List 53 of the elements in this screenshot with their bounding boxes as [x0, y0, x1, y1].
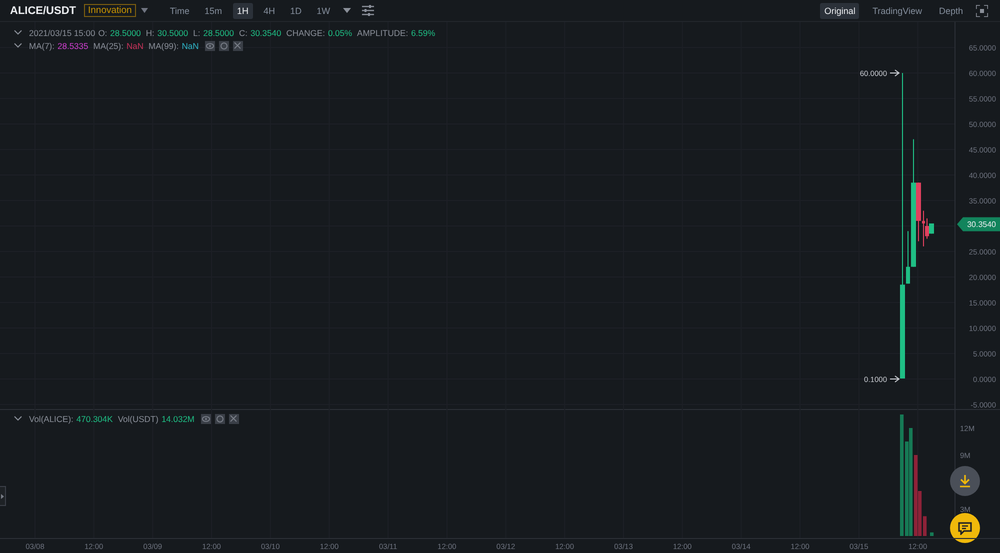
chevron-icon[interactable] [14, 416, 22, 421]
settings-button[interactable] [214, 414, 225, 424]
arrow-icon [890, 376, 900, 382]
indicator-label: MA(7): [29, 40, 54, 50]
close-button[interactable] [228, 414, 239, 424]
view-tab[interactable]: Original [820, 2, 860, 18]
legend-label: O: [98, 28, 108, 38]
market-tag: Innovation [84, 4, 136, 17]
view-tab[interactable]: Depth [934, 2, 967, 18]
legend-value: 6.59% [411, 28, 436, 38]
interval-tab[interactable]: 15m [200, 2, 226, 18]
eye-button[interactable] [200, 414, 211, 424]
close-button[interactable] [232, 40, 243, 50]
legend-value: 14.032M [161, 414, 195, 424]
panel-handle[interactable] [0, 486, 6, 506]
legend-label: C: [238, 28, 248, 38]
legend-value: 28.5000 [203, 28, 234, 38]
chat-icon [958, 522, 972, 534]
download-button[interactable] [950, 466, 980, 496]
interval-tab[interactable]: 1H [233, 2, 253, 18]
last-price-tag: 30.3540 [957, 217, 1000, 232]
caret-icon[interactable] [343, 8, 352, 13]
candle-date: 2021/03/15 15:00 [29, 28, 96, 38]
download-icon [958, 474, 972, 488]
view-tab[interactable]: TradingView [868, 2, 926, 18]
legend-value: 470.304K [76, 414, 113, 424]
caret-icon[interactable] [140, 8, 148, 13]
chat-button[interactable] [950, 513, 980, 543]
legend-label: Vol(ALICE): [29, 414, 74, 424]
indicator-value: 28.5335 [58, 40, 88, 50]
eye-button[interactable] [204, 40, 215, 50]
legend-value: 30.3540 [250, 28, 282, 38]
indicator-value: NaN [182, 40, 199, 50]
interval-tab[interactable]: Time [166, 2, 194, 18]
indicator-value: NaN [126, 40, 144, 50]
legend-label: Vol(USDT) [118, 414, 158, 424]
interval-tab[interactable]: 1D [286, 2, 306, 18]
legend-label: AMPLITUDE: [357, 28, 408, 38]
legend-label: L: [193, 28, 200, 38]
legend-label: H: [146, 28, 154, 38]
arrow-icon [890, 70, 900, 76]
indicator-label: MA(25): [93, 40, 124, 50]
symbol-title: ALICE/USDT [10, 4, 76, 16]
legend-value: 0.05% [328, 28, 352, 38]
interval-tab[interactable]: 1W [312, 2, 334, 18]
legend-label: CHANGE: [286, 28, 325, 38]
fullscreen-icon[interactable] [976, 4, 988, 16]
settings-icon[interactable] [362, 5, 374, 16]
indicator-label: MA(99): [148, 40, 179, 50]
interval-tab[interactable]: 4H [260, 2, 280, 18]
settings-button[interactable] [218, 40, 229, 50]
legend-value: 28.5000 [110, 28, 141, 38]
legend-value: 30.5000 [157, 28, 188, 38]
